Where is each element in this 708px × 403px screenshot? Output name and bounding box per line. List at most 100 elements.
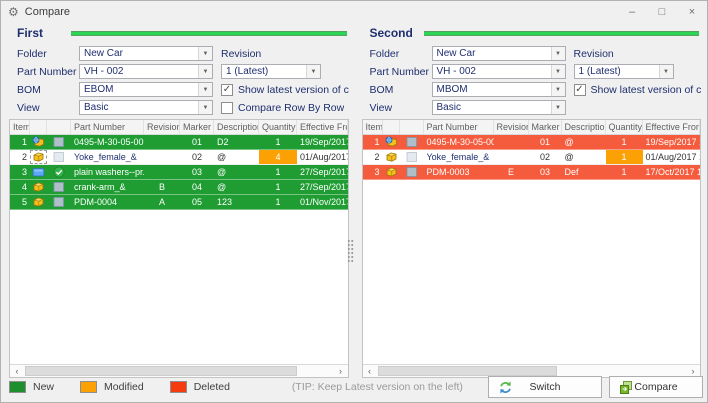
panel-first-title: First	[9, 26, 71, 40]
checkbox-icon[interactable]	[47, 195, 71, 209]
chevron-down-icon[interactable]: ▼	[551, 101, 565, 114]
column-header[interactable]: Part Number	[71, 120, 144, 134]
checkbox-icon[interactable]	[47, 135, 71, 149]
column-header[interactable]	[47, 120, 71, 134]
table-row[interactable]: 3PDM-0003E03Def117/Oct/2017 13:58	[363, 165, 701, 180]
chevron-down-icon[interactable]: ▼	[551, 65, 565, 78]
row-effective-from: 01/Aug/2017 14:40	[643, 150, 701, 164]
part-icon	[383, 150, 400, 164]
column-header[interactable]	[400, 120, 424, 134]
revision-select[interactable]: 1 (Latest) ▼	[221, 64, 321, 79]
table-row[interactable]: 3plain washers--pr...03@127/Sep/2017 1	[10, 165, 348, 180]
column-header[interactable]: Marker	[180, 120, 214, 134]
compare-button[interactable]: Compare	[609, 376, 703, 398]
column-header[interactable]: Marker	[529, 120, 562, 134]
column-header[interactable]: Quantity	[259, 120, 297, 134]
table-header-row: Item Part NumberRevisionMarkerDescription…	[363, 120, 701, 135]
title-bar: ⚙ Compare – □ ×	[1, 1, 707, 22]
compare-dialog-icon: ⚙	[8, 6, 19, 18]
chevron-down-icon[interactable]: ▼	[198, 101, 212, 114]
part-number-select[interactable]: VH - 002 ▼	[432, 64, 566, 79]
panel-icon	[30, 165, 47, 179]
panel-splitter-handle[interactable]	[347, 239, 354, 263]
column-header[interactable]: Description	[214, 120, 259, 134]
column-header[interactable]: Revision	[494, 120, 529, 134]
table-row[interactable]: 4crank-arm_&B04@127/Sep/2017 1	[10, 180, 348, 195]
folder-select[interactable]: New Car ▼	[79, 46, 213, 61]
show-latest-checkbox[interactable]: ✓	[221, 84, 233, 96]
compare-icon	[619, 380, 634, 395]
column-header[interactable]: Effective From	[297, 120, 348, 134]
switch-button[interactable]: Switch	[488, 376, 602, 398]
part-icon	[383, 165, 400, 179]
column-header[interactable]: Item	[10, 120, 30, 134]
revision-select[interactable]: 1 (Latest) ▼	[574, 64, 674, 79]
row-quantity: 1	[259, 165, 297, 179]
maximize-button[interactable]: □	[647, 1, 677, 22]
row-item-number: 4	[10, 180, 30, 194]
column-header[interactable]	[30, 120, 47, 134]
row-revision	[494, 150, 529, 164]
table-row[interactable]: 5PDM-0004A05123101/Nov/2017 2	[10, 195, 348, 210]
checkbox-light-icon[interactable]	[400, 150, 424, 164]
folder-label: Folder	[17, 48, 79, 60]
legend-swatch	[80, 381, 97, 393]
row-effective-from: 19/Sep/2017 1	[297, 135, 348, 149]
row-revision	[494, 135, 529, 149]
column-header[interactable]: Part Number	[424, 120, 494, 134]
row-revision: E	[494, 165, 529, 179]
legend-label: Modified	[104, 381, 144, 393]
chevron-down-icon[interactable]: ▼	[551, 47, 565, 60]
chevron-down-icon[interactable]: ▼	[198, 83, 212, 96]
column-header[interactable]: Revision	[144, 120, 180, 134]
column-header[interactable]: Description	[562, 120, 606, 134]
view-select[interactable]: Basic ▼	[79, 100, 213, 115]
table-row[interactable]: 2Yoke_female_&02@401/Aug/2017 1	[10, 150, 348, 165]
view-select[interactable]: Basic ▼	[432, 100, 566, 115]
chevron-down-icon[interactable]: ▼	[306, 65, 320, 78]
table-row[interactable]: 10495-M-30-05-0001@119/Sep/2017 16:07	[363, 135, 701, 150]
close-button[interactable]: ×	[677, 1, 707, 22]
folder-label: Folder	[370, 48, 432, 60]
part-number-select[interactable]: VH - 002 ▼	[79, 64, 213, 79]
part-number-label: Part Number	[17, 66, 79, 78]
check-circle-icon[interactable]	[47, 165, 71, 179]
column-header[interactable]	[383, 120, 400, 134]
row-part-number: PDM-0004	[71, 195, 144, 209]
compare-row-checkbox[interactable]: ✓	[221, 102, 233, 114]
checkbox-icon[interactable]	[400, 165, 424, 179]
checkbox-light-icon[interactable]	[47, 150, 71, 164]
bom-select[interactable]: MBOM ▼	[432, 82, 566, 97]
row-description: D2	[214, 135, 259, 149]
table-body: 10495-M-30-05-0001@119/Sep/2017 16:072Yo…	[363, 135, 701, 364]
first-bom-table: Item Part NumberRevisionMarkerDescription…	[9, 119, 349, 378]
chevron-down-icon[interactable]: ▼	[198, 47, 212, 60]
bom-label: BOM	[17, 84, 79, 96]
table-row[interactable]: 2Yoke_female_&02@101/Aug/2017 14:40	[363, 150, 701, 165]
column-header[interactable]: Effective From	[643, 120, 701, 134]
bom-select[interactable]: EBOM ▼	[79, 82, 213, 97]
row-marker: 02	[180, 150, 214, 164]
chevron-down-icon[interactable]: ▼	[659, 65, 673, 78]
column-header[interactable]: Quantity	[606, 120, 643, 134]
row-effective-from: 27/Sep/2017 1	[297, 180, 348, 194]
row-part-number: PDM-0003	[424, 165, 494, 179]
row-quantity: 4	[259, 150, 297, 164]
row-marker: 03	[529, 165, 562, 179]
row-part-number: Yoke_female_&	[71, 150, 144, 164]
row-quantity: 1	[606, 150, 643, 164]
checkbox-icon[interactable]	[47, 180, 71, 194]
row-part-number: crank-arm_&	[71, 180, 144, 194]
folder-select[interactable]: New Car ▼	[432, 46, 566, 61]
show-latest-checkbox[interactable]: ✓	[574, 84, 586, 96]
chevron-down-icon[interactable]: ▼	[551, 83, 565, 96]
chevron-down-icon[interactable]: ▼	[198, 65, 212, 78]
panel-second-title: Second	[362, 26, 424, 40]
row-part-number: Yoke_female_&	[424, 150, 494, 164]
minimize-button[interactable]: –	[617, 1, 647, 22]
column-header[interactable]: Item	[363, 120, 383, 134]
tip-text: (TIP: Keep Latest version on the left)	[292, 381, 463, 393]
table-row[interactable]: 10495-M-30-05-0001D2119/Sep/2017 1	[10, 135, 348, 150]
checkbox-icon[interactable]	[400, 135, 424, 149]
part-icon	[30, 150, 47, 164]
